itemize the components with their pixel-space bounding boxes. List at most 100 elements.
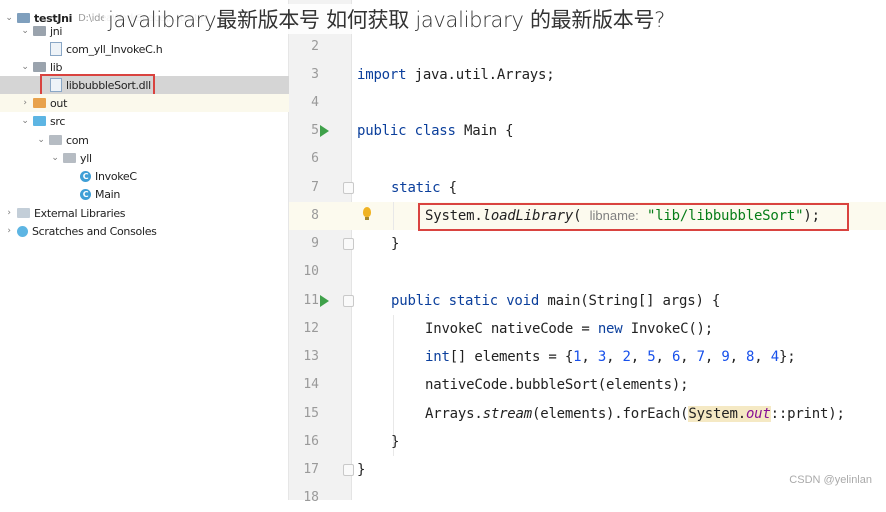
run-icon[interactable] [320, 125, 329, 137]
code-text: } [357, 462, 366, 478]
line-number: 7 [311, 180, 319, 195]
indent-guide [393, 202, 394, 230]
package-icon [49, 135, 62, 145]
package-icon [63, 153, 76, 163]
chevron-down-icon[interactable]: ⌄ [20, 116, 30, 126]
tree-item-com[interactable]: ⌄ com [0, 131, 324, 149]
line-number: 3 [311, 67, 319, 82]
source-folder-icon [33, 116, 46, 126]
watermark: CSDN @yelinlan [789, 474, 872, 486]
keyword: import [357, 67, 407, 83]
number-literal: 4 [770, 349, 779, 365]
line-number: 14 [303, 377, 319, 392]
tree-item-label: jni [50, 24, 63, 38]
tree-item-scratches[interactable]: › Scratches and Consoles [0, 222, 292, 240]
code-text: } [391, 236, 400, 252]
code-line-13: int[] elements = {1, 3, 2, 5, 6, 7, 9, 8… [425, 349, 796, 365]
chevron-right-icon[interactable]: › [4, 226, 14, 236]
tree-item-yll[interactable]: ⌄ yll [0, 149, 338, 167]
number-literal: 6 [671, 349, 681, 365]
code-line-15: Arrays.stream(elements).forEach(System.o… [425, 400, 845, 428]
chevron-down-icon[interactable]: ⌄ [36, 135, 46, 145]
chevron-down-icon[interactable]: ⌄ [50, 153, 60, 163]
code-text: System. [688, 406, 746, 422]
fold-icon[interactable] [343, 182, 354, 194]
tree-item-label: InvokeC [95, 169, 137, 183]
number-literal: 9 [721, 349, 730, 365]
code-text: main(String[] args) { [539, 293, 721, 309]
line-number: 2 [311, 39, 319, 54]
line-number: 6 [311, 151, 319, 166]
fold-icon[interactable] [343, 238, 354, 250]
code-text: [] elements = { [449, 349, 574, 365]
excluded-folder-icon [33, 98, 46, 108]
runnable-class-icon: C [80, 188, 91, 200]
code-text: InvokeC nativeCode = [425, 321, 598, 337]
code-line-3: import java.util.Arrays; [357, 61, 555, 89]
keyword: public [357, 123, 407, 139]
code-text: nativeCode.bubbleSort(elements); [425, 377, 689, 393]
chevron-down-icon[interactable]: ⌄ [20, 62, 30, 72]
line-number: 8 [311, 208, 319, 223]
number-literal: 2 [622, 349, 631, 365]
code-text: { [440, 180, 457, 196]
chevron-right-icon[interactable]: › [20, 98, 30, 108]
usage-highlight: System.out [688, 406, 771, 422]
line-number: 15 [303, 406, 319, 421]
number-literal: 3 [597, 349, 607, 365]
code-line-16: } [391, 428, 399, 456]
folder-icon [33, 26, 46, 36]
fold-icon[interactable] [343, 464, 354, 476]
code-line-12: InvokeC nativeCode = new InvokeC(); [425, 315, 713, 343]
line-number: 12 [303, 321, 319, 336]
tree-item-label: External Libraries [34, 206, 126, 220]
code-text: ::print); [770, 406, 845, 422]
code-line-17: } [357, 456, 365, 484]
keyword: new [597, 321, 623, 337]
code-text: } [391, 434, 400, 450]
scratches-icon [17, 225, 28, 237]
tree-item-label: src [50, 114, 66, 128]
line-number: 13 [303, 349, 319, 364]
tree-item-header-file[interactable]: com_yll_InvokeC.h [0, 40, 338, 58]
static-field: out [745, 406, 771, 422]
number-literal: 1 [573, 349, 582, 365]
tree-item-label: com_yll_InvokeC.h [66, 42, 163, 56]
tree-item-label: yll [80, 151, 92, 165]
line-number: 11 [303, 293, 319, 308]
line-number: 17 [303, 462, 319, 477]
lightbulb-icon[interactable] [363, 207, 371, 217]
method-name: stream [482, 406, 533, 422]
class-icon: C [80, 170, 91, 182]
lightbulb-base [365, 217, 369, 220]
tree-item-label: Main [95, 187, 121, 201]
keyword: public static void [391, 293, 540, 309]
number-literal: 8 [746, 349, 755, 365]
code-text: }; [778, 349, 796, 365]
highlight-box-loadlibrary [418, 203, 849, 231]
code-line-5: public class Main { [357, 117, 514, 145]
code-text: InvokeC(); [622, 321, 714, 337]
tree-item-label: Scratches and Consoles [32, 224, 157, 238]
line-number: 4 [311, 95, 319, 110]
line-number: 9 [311, 236, 319, 251]
tree-item-external-libraries[interactable]: › External Libraries [0, 204, 292, 222]
code-line-14: nativeCode.bubbleSort(elements); [425, 371, 689, 399]
number-literal: 5 [647, 349, 656, 365]
chevron-down-icon[interactable]: ⌄ [20, 26, 30, 36]
tree-item-label: com [66, 133, 89, 147]
fold-icon[interactable] [343, 295, 354, 307]
tree-item-out[interactable]: › out [0, 94, 308, 112]
tree-item-src[interactable]: ⌄ src [0, 112, 308, 130]
line-number: 16 [303, 434, 319, 449]
keyword: class [414, 123, 456, 139]
code-text: Arrays. [425, 406, 483, 422]
overlay-title: javalibrary最新版本号 如何获取 javalibrary 的最新版本号… [104, 4, 669, 34]
run-icon[interactable] [320, 295, 329, 307]
keyword: static [391, 180, 441, 196]
line-number: 10 [303, 264, 319, 279]
chevron-right-icon[interactable]: › [4, 208, 14, 218]
line-number: 5 [311, 123, 319, 138]
tree-item-label: lib [50, 60, 63, 74]
code-line-7: static { [391, 174, 457, 202]
